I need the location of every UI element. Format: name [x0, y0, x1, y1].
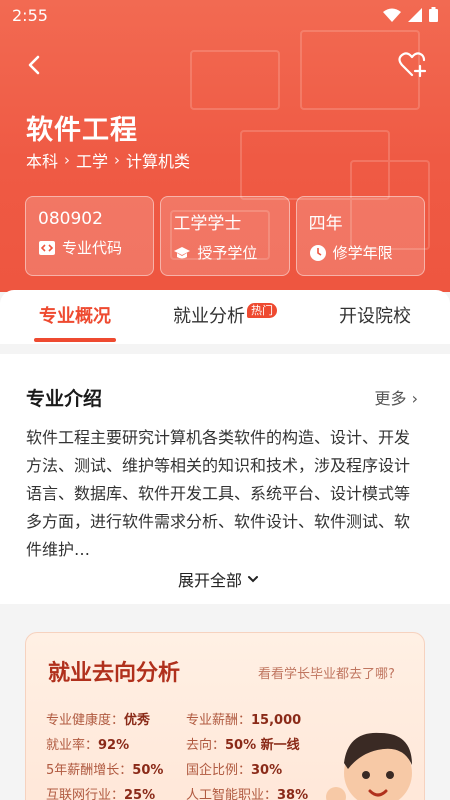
employment-link[interactable]: 看看学长毕业都去了哪? — [258, 663, 395, 682]
intro-text: 软件工程主要研究计算机各类软件的构造、设计、开发方法、测试、维护等相关的知识和技… — [26, 428, 411, 559]
tab-label: 开设院校 — [339, 306, 411, 327]
signal-icon — [408, 7, 422, 22]
tab-bar: 专业概况 就业分析 热门 开设院校 — [0, 290, 450, 344]
header-banner: 2:55 软件工程 本科 › 工学 › 计算机类 080902 专业代码 工学学… — [0, 0, 450, 292]
back-icon[interactable] — [22, 52, 48, 78]
breadcrumb-item[interactable]: 计算机类 — [126, 148, 190, 172]
status-time: 2:55 — [12, 6, 48, 25]
tab-employment[interactable]: 就业分析 热门 — [150, 290, 300, 344]
student-mascot-illustration — [326, 732, 412, 800]
breadcrumb-item[interactable]: 工学 — [76, 148, 108, 172]
stat-item: 国企比例：30% — [186, 763, 283, 778]
tab-overview[interactable]: 专业概况 — [0, 290, 150, 344]
chevron-right-icon: › — [64, 151, 71, 169]
breadcrumb: 本科 › 工学 › 计算机类 — [26, 148, 190, 172]
clock-icon — [309, 244, 326, 261]
info-card-degree: 工学学士 授予学位 — [160, 196, 290, 276]
expand-label: 展开全部 — [178, 571, 243, 590]
major-code-value: 080902 — [38, 209, 103, 229]
chevron-right-icon: › — [114, 151, 121, 169]
tab-label: 就业分析 — [173, 306, 245, 327]
stat-item: 互联网行业：25% — [46, 788, 156, 800]
favorite-add-icon[interactable] — [398, 50, 428, 80]
duration-value: 四年 — [308, 214, 343, 234]
info-card-code: 080902 专业代码 — [25, 196, 155, 276]
duration-label: 修学年限 — [332, 244, 393, 262]
chevron-down-icon — [248, 576, 259, 583]
expand-button[interactable]: 展开全部 — [178, 567, 260, 591]
info-cards: 080902 专业代码 工学学士 授予学位 四年 修学年限 — [25, 196, 425, 276]
major-code-label: 专业代码 — [62, 239, 123, 257]
more-link[interactable]: 更多 › — [374, 385, 418, 409]
stat-item: 就业率：92% — [46, 738, 130, 753]
more-label: 更多 — [374, 389, 407, 408]
intro-section: 专业介绍 更多 › 软件工程主要研究计算机各类软件的构造、设计、开发方法、测试、… — [0, 354, 450, 604]
hot-badge: 热门 — [247, 303, 277, 318]
page-title: 软件工程 — [26, 115, 138, 146]
info-card-duration: 四年 修学年限 — [295, 196, 425, 276]
stat-item: 人工智能职业：38% — [186, 788, 309, 800]
status-bar: 2:55 — [0, 0, 450, 32]
graduation-cap-icon — [174, 246, 191, 258]
breadcrumb-item[interactable]: 本科 — [26, 148, 58, 172]
stat-item: 去向：50% 新一线 — [186, 738, 300, 753]
tab-label: 专业概况 — [39, 306, 111, 327]
battery-icon — [429, 7, 438, 22]
wifi-icon — [383, 8, 401, 22]
code-icon — [39, 240, 55, 255]
employment-title: 就业去向分析 — [48, 661, 181, 686]
employment-card[interactable]: 就业去向分析 看看学长毕业都去了哪? 专业健康度：优秀 专业薪酬：15,000 … — [25, 632, 425, 800]
degree-value: 工学学士 — [173, 214, 242, 234]
stat-item: 5年薪酬增长：50% — [46, 763, 164, 778]
tab-schools[interactable]: 开设院校 — [300, 290, 450, 344]
section-title: 专业介绍 — [26, 388, 103, 410]
degree-label: 授予学位 — [197, 244, 258, 262]
stat-item: 专业薪酬：15,000 — [186, 713, 302, 728]
stat-item: 专业健康度：优秀 — [46, 713, 151, 728]
chevron-right-icon: › — [411, 389, 418, 408]
